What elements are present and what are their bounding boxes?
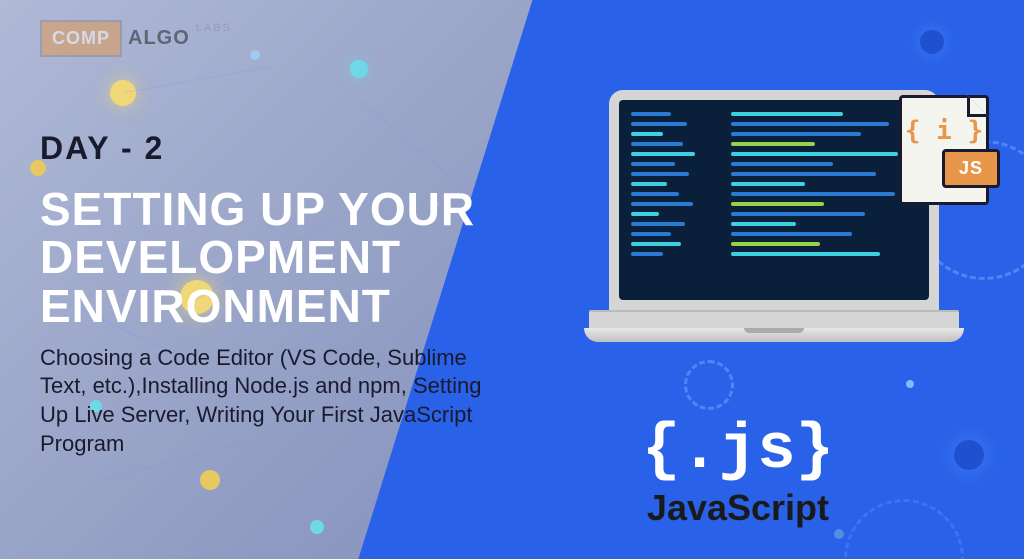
js-text: JavaScript <box>642 487 834 529</box>
main-content: DAY - 2 SETTING UP YOUR DEVELOPMENT ENVI… <box>40 130 660 458</box>
day-label: DAY - 2 <box>40 130 660 167</box>
page-title: SETTING UP YOUR DEVELOPMENT ENVIRONMENT <box>40 185 660 330</box>
logo-comp: COMP <box>40 20 122 57</box>
logo-algo: ALGO <box>128 27 190 50</box>
file-braces: { i } <box>902 116 986 146</box>
js-braces: {.js} <box>642 419 834 483</box>
file-label: JS <box>942 149 1000 188</box>
logo-labs: LABS <box>196 22 232 34</box>
description: Choosing a Code Editor (VS Code, Sublime… <box>40 344 510 458</box>
js-file-icon: { i } JS <box>899 95 989 205</box>
brand-logo: COMP ALGO LABS <box>40 20 232 57</box>
javascript-logo: {.js} JavaScript <box>642 419 834 529</box>
